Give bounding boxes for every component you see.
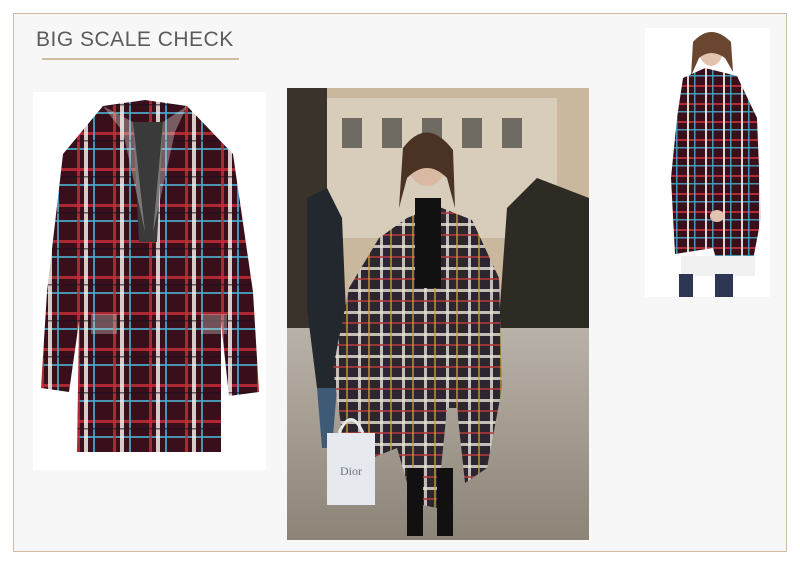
- model-photo: [645, 28, 770, 297]
- title-underline: [42, 58, 239, 60]
- model-side-illustration: [645, 28, 770, 297]
- coat-flatlay-illustration: [41, 100, 259, 452]
- bag-logo-text: Dior: [340, 464, 362, 478]
- page-title: BIG SCALE CHECK: [36, 28, 234, 51]
- street-scene-illustration: Dior: [287, 88, 589, 540]
- street-style-photo: Dior: [287, 88, 589, 540]
- product-photo: [33, 92, 266, 470]
